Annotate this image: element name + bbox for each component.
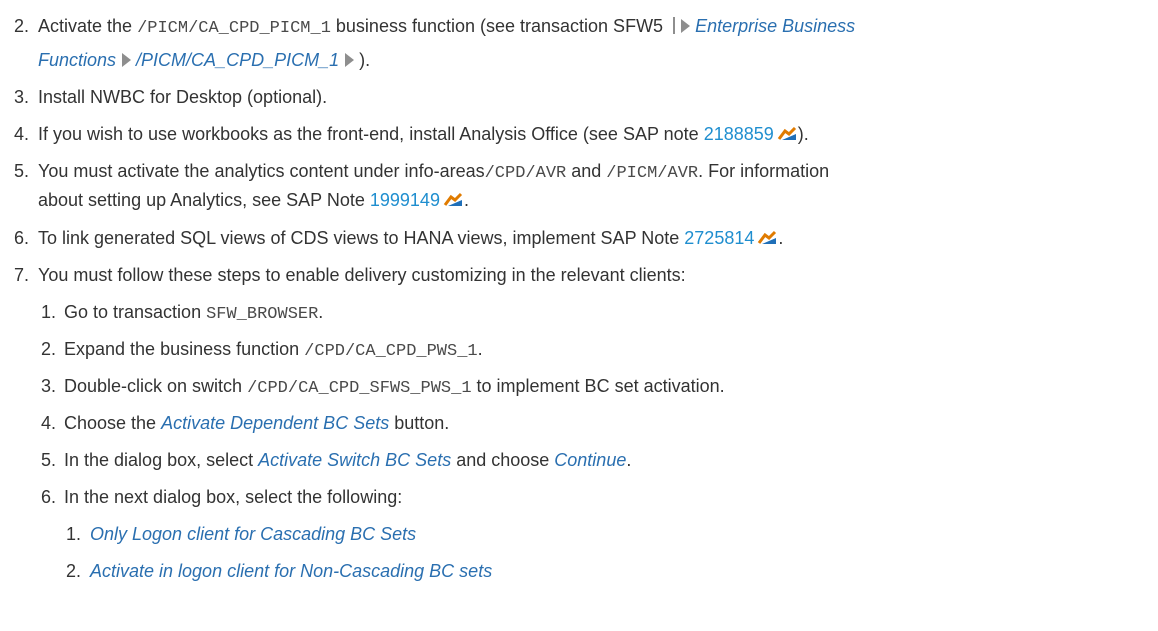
sublist-number: 3. bbox=[41, 376, 57, 396]
sublist-number: 6. bbox=[41, 487, 57, 507]
external-link-icon[interactable] bbox=[776, 126, 798, 142]
code-business-function: /PICM/CA_CPD_PICM_1 bbox=[137, 19, 331, 38]
text: Expand the business function bbox=[64, 339, 305, 359]
list-item-3: Install NWBC for Desktop (optional). bbox=[38, 87, 328, 107]
ui-term-activate-switch: Activate Switch BC Sets bbox=[258, 450, 452, 470]
nav-arrow-icon bbox=[681, 19, 691, 33]
text: . bbox=[463, 190, 469, 210]
code-info-area-cpd: /CPD/AVR bbox=[484, 164, 567, 183]
list-item-5-cont: about setting up Analytics, see SAP Note… bbox=[38, 188, 469, 212]
list-item-2-cont: Functions/PICM/CA_CPD_PICM_1). bbox=[38, 48, 370, 72]
subsublist-number: 2. bbox=[66, 561, 82, 581]
code-business-function: /CPD/CA_CPD_PWS_1 bbox=[304, 342, 478, 361]
sublist-item-3: Double-click on switch /CPD/CA_CPD_SFWS_… bbox=[64, 374, 725, 401]
text: Activate the bbox=[38, 16, 138, 36]
ui-term-continue: Continue bbox=[554, 450, 627, 470]
sublist-item-6: In the next dialog box, select the follo… bbox=[64, 487, 403, 507]
list-number: 5. bbox=[14, 161, 30, 181]
text: ). bbox=[359, 50, 371, 70]
nav-arrow-end-icon bbox=[345, 53, 355, 67]
document-page: 2. Activate the /PICM/CA_CPD_PICM_1 busi… bbox=[0, 0, 1158, 631]
list-item-7: You must follow these steps to enable de… bbox=[38, 265, 686, 285]
text: button. bbox=[389, 413, 450, 433]
ui-term-only-logon: Only Logon client for Cascading BC Sets bbox=[90, 524, 417, 544]
sublist-item-1: Go to transaction SFW_BROWSER. bbox=[64, 300, 323, 327]
ui-term-activate-dependent: Activate Dependent BC Sets bbox=[161, 413, 390, 433]
text: . bbox=[477, 339, 483, 359]
sublist-item-5: In the dialog box, select Activate Switc… bbox=[64, 448, 631, 472]
sublist-item-4: Choose the Activate Dependent BC Sets bu… bbox=[64, 411, 449, 435]
sap-note-link-2725814[interactable]: 2725814 bbox=[684, 228, 754, 248]
text: business function (see transaction SFW5 bbox=[330, 16, 669, 36]
sublist-number: 1. bbox=[41, 302, 57, 322]
text: to implement BC set activation. bbox=[471, 376, 725, 396]
text: Double-click on switch bbox=[64, 376, 248, 396]
text: Go to transaction bbox=[64, 302, 207, 322]
text: ). bbox=[797, 124, 809, 144]
sublist-number: 5. bbox=[41, 450, 57, 470]
text: . bbox=[626, 450, 632, 470]
text: You must activate the analytics content … bbox=[38, 161, 485, 181]
sublist-number: 4. bbox=[41, 413, 57, 433]
text: In the dialog box, select bbox=[64, 450, 259, 470]
list-item-4: If you wish to use workbooks as the fron… bbox=[38, 122, 809, 146]
list-number: 6. bbox=[14, 228, 30, 248]
nav-arrow-icon bbox=[122, 53, 132, 67]
text: and choose bbox=[451, 450, 555, 470]
code-switch: /CPD/CA_CPD_SFWS_PWS_1 bbox=[247, 379, 472, 398]
ui-path-functions: Functions bbox=[38, 50, 117, 70]
list-number: 2. bbox=[14, 16, 30, 36]
list-number: 4. bbox=[14, 124, 30, 144]
list-item-6: To link generated SQL views of CDS views… bbox=[38, 226, 783, 250]
sublist-item-2: Expand the business function /CPD/CA_CPD… bbox=[64, 337, 483, 364]
ui-term-activate-logon: Activate in logon client for Non-Cascadi… bbox=[90, 561, 493, 581]
text: Choose the bbox=[64, 413, 162, 433]
ui-path-business-function: /PICM/CA_CPD_PICM_1 bbox=[136, 50, 340, 70]
text: . bbox=[778, 228, 784, 248]
sap-note-link-2188859[interactable]: 2188859 bbox=[704, 124, 774, 144]
ui-path-enterprise-business: Enterprise Business bbox=[695, 16, 856, 36]
list-item-5: You must activate the analytics content … bbox=[38, 159, 829, 186]
list-number: 3. bbox=[14, 87, 30, 107]
sublist-number: 2. bbox=[41, 339, 57, 359]
code-transaction: SFW_BROWSER bbox=[206, 305, 319, 324]
separator-bar bbox=[673, 17, 676, 34]
external-link-icon[interactable] bbox=[756, 230, 778, 246]
text: about setting up Analytics, see SAP Note bbox=[38, 190, 370, 210]
text: and bbox=[566, 161, 607, 181]
text: . bbox=[318, 302, 324, 322]
sap-note-link-1999149[interactable]: 1999149 bbox=[370, 190, 440, 210]
text: If you wish to use workbooks as the fron… bbox=[38, 124, 704, 144]
text: To link generated SQL views of CDS views… bbox=[38, 228, 685, 248]
external-link-icon[interactable] bbox=[442, 192, 464, 208]
list-item-2: Activate the /PICM/CA_CPD_PICM_1 busines… bbox=[38, 14, 855, 41]
subsublist-number: 1. bbox=[66, 524, 82, 544]
list-number: 7. bbox=[14, 265, 30, 285]
code-info-area-picm: /PICM/AVR bbox=[606, 164, 699, 183]
text: . For information bbox=[698, 161, 830, 181]
